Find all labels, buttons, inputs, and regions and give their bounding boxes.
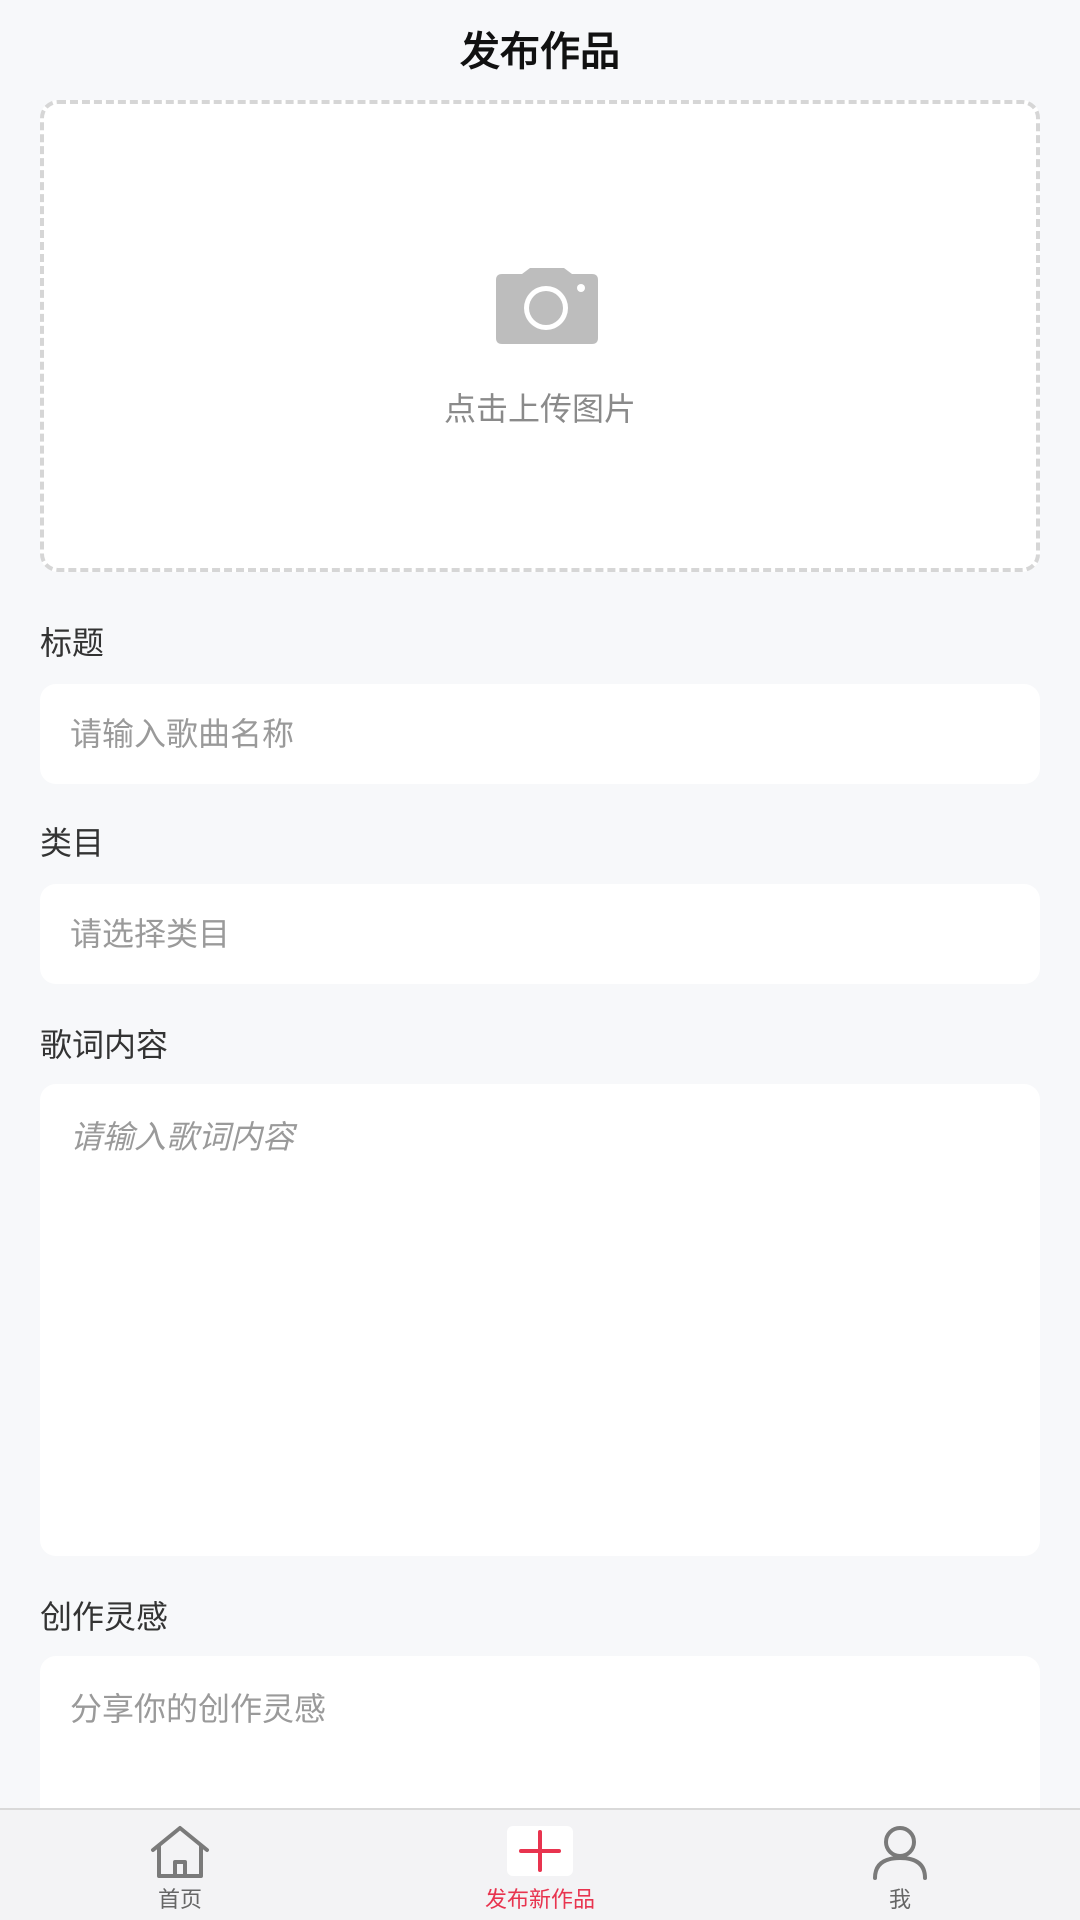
tab-me[interactable]: 我 (720, 1810, 1080, 1920)
publish-page: 发布作品 点击上传图片 标题 类目 请选择类目 歌词内容 创作灵感 首页 (0, 0, 1080, 1920)
category-label: 类目 (40, 824, 105, 862)
lyrics-textarea[interactable] (40, 1084, 1040, 1556)
plus-icon (507, 1826, 573, 1876)
title-label: 标题 (40, 624, 105, 662)
user-icon (873, 1826, 927, 1880)
page-title: 发布作品 (460, 29, 620, 75)
song-title-input[interactable] (40, 684, 1040, 784)
tab-publish[interactable]: 发布新作品 (360, 1810, 720, 1920)
upload-label: 点击上传图片 (443, 390, 636, 428)
camera-icon (496, 268, 598, 344)
home-icon (151, 1826, 209, 1878)
lyrics-label: 歌词内容 (40, 1026, 169, 1064)
tab-label: 首页 (157, 1888, 202, 1913)
tab-label: 我 (888, 1888, 911, 1913)
inspiration-label: 创作灵感 (40, 1598, 169, 1636)
tab-label: 发布新作品 (484, 1888, 595, 1913)
category-select[interactable]: 请选择类目 (40, 884, 1040, 984)
image-upload-area[interactable]: 点击上传图片 (40, 100, 1040, 572)
bottom-tab-bar: 首页 发布新作品 我 (0, 1808, 1080, 1920)
tab-home[interactable]: 首页 (0, 1810, 360, 1920)
